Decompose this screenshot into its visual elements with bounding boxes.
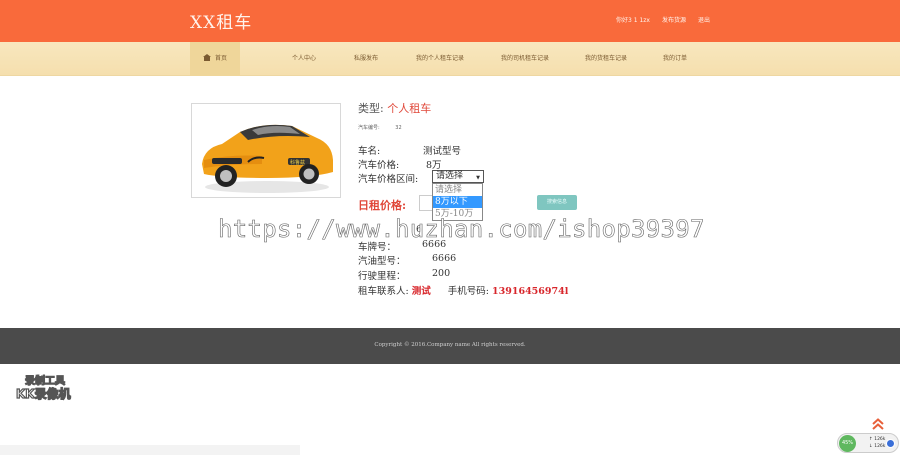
top-links: 你好3 1 1zx 发布货源 退出	[616, 15, 710, 24]
car-type-value: 个人租车	[387, 102, 432, 115]
publish-link[interactable]: 发布货源	[662, 15, 686, 24]
price-range-label: 汽车价格区间:	[358, 174, 419, 185]
speed-percent: 45%	[839, 435, 856, 452]
contact-row: 租车联系人: 测试 手机号码: 13916456974l	[358, 286, 569, 297]
upload-speed: ↑ 126k	[869, 437, 886, 442]
search-button[interactable]: 搜索信息	[537, 195, 577, 210]
car-price-row: 汽车价格: 8万	[358, 157, 442, 171]
recorder-badge: 录制工具 KK录像机	[15, 375, 71, 401]
fuel-row: 汽油型号： 6666	[358, 253, 457, 267]
nav-publish[interactable]: 私服发布	[354, 42, 378, 76]
nav-my-orders[interactable]: 我的订单	[663, 42, 687, 76]
nav-personal-center[interactable]: 个人中心	[292, 42, 316, 76]
footer: Copyright © 2016.Company name All rights…	[0, 328, 900, 364]
watermark-text: https://www.huzhan.com/ishop39397	[218, 215, 705, 244]
fuel-value: 6666	[432, 253, 457, 264]
car-name-row: 车名: 测试型号	[358, 143, 461, 157]
price-range-select[interactable]: 请选择 ▼	[432, 170, 484, 183]
download-speed: ↓ 126k	[869, 444, 886, 449]
nav-driver-rental-records[interactable]: 我的司机租车记录	[501, 42, 549, 76]
car-number-value: 32	[395, 125, 402, 131]
phone-value: 13916456974l	[492, 286, 569, 297]
network-speed-widget[interactable]: 45% ↑ 126k ↓ 126k	[837, 433, 899, 453]
car-price-value: 8万	[426, 160, 442, 171]
home-icon	[202, 54, 211, 61]
main-nav: 首页 个人中心 私服发布 我的个人租车记录 我的司机租车记录 我的货租车记录 我…	[0, 42, 900, 76]
bottom-strip	[0, 445, 300, 455]
daily-price-label: 日租价格:	[358, 199, 407, 212]
mileage-value: 200	[432, 268, 451, 279]
site-logo[interactable]: XX租车	[190, 8, 252, 33]
svg-text:科鲁兹: 科鲁兹	[290, 159, 305, 166]
logout-link[interactable]: 退出	[698, 15, 710, 24]
car-image: 科鲁兹	[191, 103, 341, 198]
chevron-up-icon[interactable]	[871, 418, 885, 430]
user-greeting-link[interactable]: 你好3 1 1zx	[616, 15, 650, 24]
range-option[interactable]: 8万以下	[433, 196, 482, 208]
car-name-value: 测试型号	[423, 146, 462, 157]
daily-price-input[interactable]	[419, 195, 433, 211]
nav-home[interactable]: 首页	[190, 42, 240, 76]
car-number: 汽车编号: 32	[358, 125, 402, 131]
range-option[interactable]: 请选择	[433, 184, 482, 196]
mileage-row: 行驶里程： 200	[358, 268, 451, 282]
contact-value: 测试	[411, 286, 431, 297]
nav-personal-rental-records[interactable]: 我的个人租车记录	[416, 42, 464, 76]
car-type: 类型: 个人租车	[358, 102, 432, 115]
nav-cargo-rental-records[interactable]: 我的货租车记录	[585, 42, 627, 76]
accelerator-icon	[886, 439, 895, 448]
top-bar: XX租车 你好3 1 1zx 发布货源 退出	[0, 0, 900, 42]
car-illustration: 科鲁兹	[202, 124, 333, 193]
copyright-text: Copyright © 2016.Company name All rights…	[374, 342, 526, 348]
